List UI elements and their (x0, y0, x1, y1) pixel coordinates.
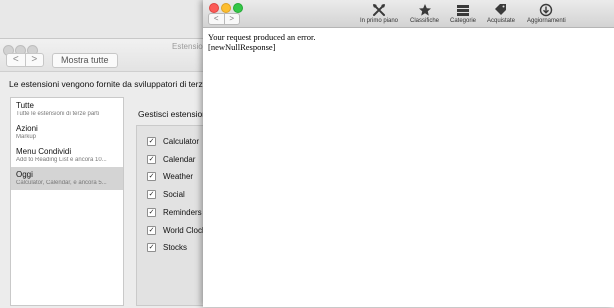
category-title: Azioni (16, 124, 38, 133)
nav-buttons: < > (208, 13, 240, 25)
category-item-azioni[interactable]: Azioni Markup (11, 121, 123, 144)
extension-label: World Clock (163, 225, 206, 235)
category-subtitle: Calculator, Calendar, e ancora 5... (16, 180, 107, 186)
toolbar-label: Aggiornamenti (527, 18, 566, 24)
category-subtitle: Tutte le estensioni di terze parti (16, 111, 100, 117)
checkbox[interactable]: ✓ (147, 154, 156, 164)
tag-icon (494, 3, 508, 17)
category-list: Tutte Tutte le estensioni di terze parti… (10, 97, 124, 306)
extension-label: Weather (163, 171, 194, 181)
minimize-button[interactable] (221, 3, 231, 13)
toolbar-purchased[interactable]: Acquistate (487, 3, 515, 24)
category-item-menu-condividi[interactable]: Menu Condividi Add to Reading List e anc… (11, 144, 123, 167)
show-all-button[interactable]: Mostra tutte (52, 53, 118, 68)
extension-row-calendar[interactable]: ✓ Calendar (147, 153, 195, 165)
toolbar-updates[interactable]: Aggiornamenti (527, 3, 566, 24)
toolbar-label: Classifiche (410, 18, 440, 24)
category-subtitle: Add to Reading List e ancora 10... (16, 157, 107, 163)
error-code: [newNullResponse] (208, 42, 276, 52)
extension-label: Social (163, 189, 185, 199)
checkbox[interactable]: ✓ (147, 189, 156, 199)
back-button[interactable]: < (7, 54, 25, 66)
star-icon (418, 3, 432, 17)
extension-row-weather[interactable]: ✓ Weather (147, 170, 193, 182)
category-item-oggi[interactable]: Oggi Calculator, Calendar, e ancora 5... (11, 167, 123, 190)
checkbox[interactable]: ✓ (147, 136, 156, 146)
toolbar-featured[interactable]: In primo piano (360, 3, 398, 24)
extension-row-calculator[interactable]: ✓ Calculator (147, 135, 199, 147)
extension-row-stocks[interactable]: ✓ Stocks (147, 241, 187, 253)
checkbox[interactable]: ✓ (147, 225, 156, 235)
toolbar-label: In primo piano (360, 18, 399, 24)
checkbox[interactable]: ✓ (147, 171, 156, 181)
forward-button[interactable]: > (223, 14, 240, 24)
close-button[interactable] (209, 3, 219, 13)
error-message: Your request produced an error. (208, 32, 316, 42)
forward-button[interactable]: > (24, 54, 44, 66)
extension-label: Calculator (163, 136, 200, 146)
extension-row-social[interactable]: ✓ Social (147, 188, 185, 200)
category-item-tutte[interactable]: Tutte Tutte le estensioni di terze parti (11, 98, 123, 121)
extension-label: Reminders (163, 207, 202, 217)
updates-icon (539, 3, 553, 17)
error-content: Your request produced an error. [newNull… (208, 32, 315, 52)
toolbar-categories[interactable]: Categorie (450, 3, 476, 24)
toolbar-charts[interactable]: Classifiche (410, 3, 439, 24)
featured-icon (372, 3, 386, 17)
category-title: Oggi (16, 170, 33, 179)
extension-label: Calendar (163, 154, 196, 164)
category-title: Tutte (16, 101, 34, 110)
category-subtitle: Markup (16, 134, 37, 140)
categories-icon (456, 3, 470, 17)
checkbox[interactable]: ✓ (147, 242, 156, 252)
extension-row-world-clock[interactable]: ✓ World Clock (147, 224, 206, 236)
nav-buttons: < > (6, 53, 44, 67)
extension-row-reminders[interactable]: ✓ Reminders (147, 206, 202, 218)
zoom-button[interactable] (233, 3, 243, 13)
category-title: Menu Condividi (16, 147, 72, 156)
extension-label: Stocks (163, 242, 188, 252)
toolbar-label: Categorie (450, 18, 477, 24)
toolbar-label: Acquistate (487, 18, 516, 24)
toolbar: < > In primo piano Classifiche Categorie (203, 0, 614, 28)
checkbox[interactable]: ✓ (147, 207, 156, 217)
back-button[interactable]: < (209, 14, 224, 24)
app-store-window: < > In primo piano Classifiche Categorie (203, 0, 614, 307)
